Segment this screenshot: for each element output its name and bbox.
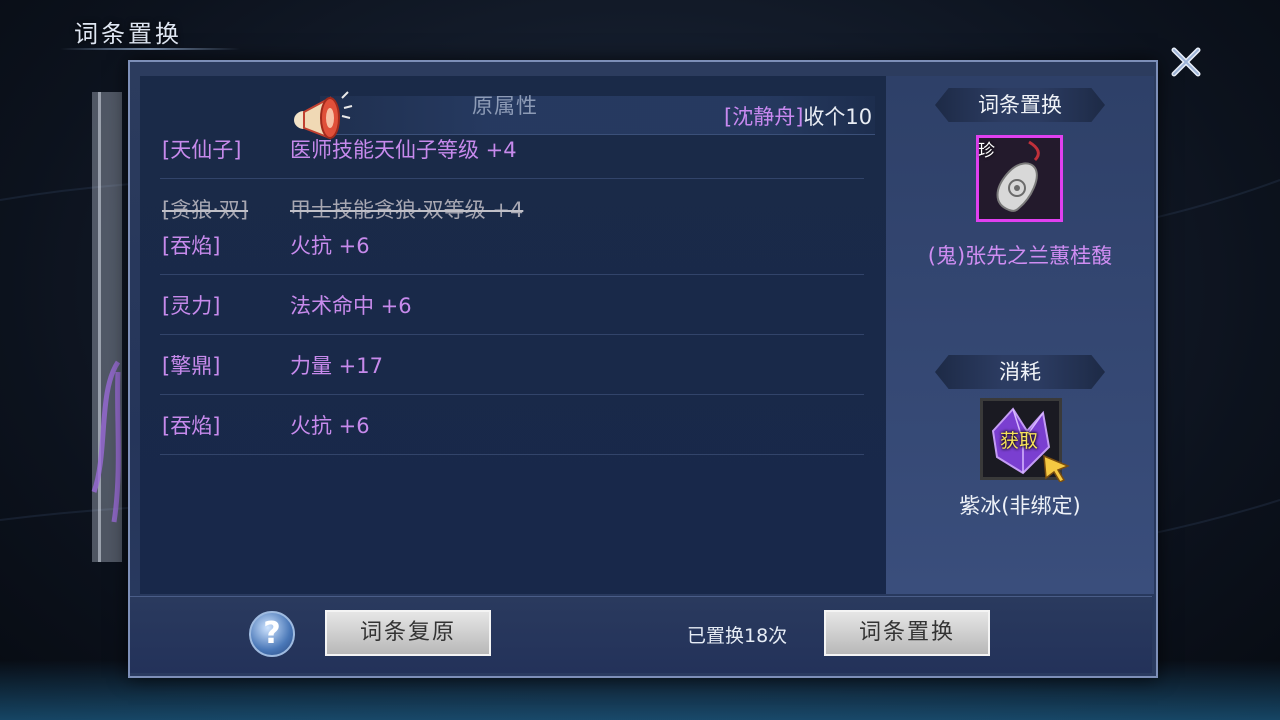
consume-item-name: 紫冰(非绑定) — [959, 494, 1081, 518]
attribute-tag: [灵力] — [162, 294, 221, 318]
close-icon[interactable] — [1166, 42, 1206, 82]
attribute-row: [擎鼎] 力量 +17 — [140, 346, 864, 406]
help-button[interactable]: ? — [249, 611, 295, 657]
restore-button[interactable]: 词条复原 — [325, 610, 491, 656]
target-section-label: 词条置换 — [935, 88, 1105, 122]
consume-section-label: 消耗 — [935, 355, 1105, 389]
attribute-value: 力量 +17 — [290, 354, 383, 378]
announcement-message: 收个10 — [803, 105, 873, 129]
attribute-row: [吞焰] 火抗 +6 — [140, 406, 864, 466]
title-underline — [60, 48, 240, 50]
attribute-value: 火抗 +6 — [290, 414, 370, 438]
attribute-tag: [天仙子] — [162, 138, 242, 162]
rarity-badge: 珍 — [978, 141, 995, 161]
row-divider — [160, 274, 864, 275]
row-divider — [160, 454, 864, 455]
announcement-text: [沈静舟]收个10 — [724, 101, 884, 131]
column-header: 原属性 — [472, 94, 538, 118]
announcement-player-name: [沈静舟] — [724, 105, 804, 129]
attribute-value: 甲士技能贪狼·双等级 +4 — [290, 198, 524, 222]
attribute-value: 火抗 +6 — [290, 234, 370, 258]
attribute-tag: [贪狼·双] — [162, 198, 249, 222]
attribute-row: [灵力] 法术命中 +6 — [140, 286, 864, 346]
row-divider — [160, 334, 864, 335]
row-divider — [160, 178, 864, 179]
pointer-icon — [1043, 454, 1070, 482]
attribute-tag: [擎鼎] — [162, 354, 221, 378]
attribute-row: [吞焰] 火抗 +6 — [140, 226, 864, 286]
attribute-tag: [吞焰] — [162, 234, 221, 258]
replace-count: 已置换18次 — [687, 625, 788, 647]
attribute-row: [天仙子] 医师技能天仙子等级 +4 — [140, 130, 864, 190]
attribute-value: 医师技能天仙子等级 +4 — [290, 138, 517, 162]
window-title: 词条置换 — [74, 20, 182, 48]
attribute-value: 法术命中 +6 — [290, 294, 412, 318]
scroll-decoration — [91, 92, 122, 562]
get-item-label[interactable]: 获取 — [1000, 426, 1038, 453]
replace-button[interactable]: 词条置换 — [824, 610, 990, 656]
row-divider — [160, 394, 864, 395]
attribute-tag: [吞焰] — [162, 414, 221, 438]
target-item-name: (鬼)张先之兰蕙桂馥 — [927, 244, 1113, 268]
